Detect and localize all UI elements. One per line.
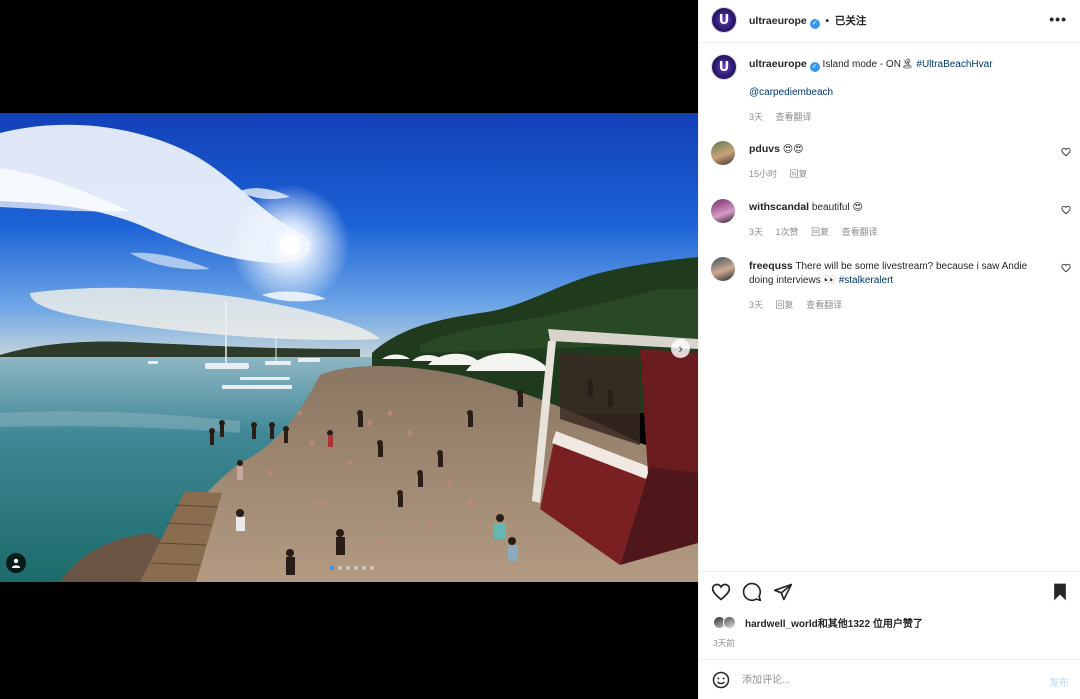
comment-reply-button[interactable]: 回复 [776,300,794,310]
caption-translate-link[interactable]: 查看翻译 [776,112,812,122]
caption-time[interactable]: 3天 [749,112,763,122]
comment-username[interactable]: pduvs [749,143,780,155]
comment-username[interactable]: withscandal [749,201,809,213]
post-comment-button[interactable]: 发布 [1049,674,1069,689]
add-comment-bar: 发布 [699,659,1080,699]
post-header: U ultraeurope ✓ • 已关注 ••• [699,0,1080,43]
comment-likes-count[interactable]: 1次赞 [776,227,799,237]
heart-icon[interactable] [711,582,731,602]
heart-icon[interactable] [1061,263,1071,273]
comment-input[interactable] [742,671,1022,689]
caption-avatar[interactable]: U [711,54,737,80]
post-photo[interactable] [0,113,698,582]
carousel-dot [370,566,374,570]
caption-body: ultraeurope ✓ Island mode - ON🏝 #UltraBea… [749,57,1059,123]
verified-badge-icon: ✓ [809,19,820,29]
comment-item: freequss There will be some livestream? … [711,257,1071,315]
likers-avatars [713,615,741,630]
post-modal: › U ultraeurope ✓ • 已关注 ••• U ultraeurop… [0,0,1080,699]
caption-username[interactable]: ultraeurope [749,58,807,70]
heart-icon[interactable] [1061,205,1071,215]
emoji-icon[interactable] [712,671,730,689]
caption-hashtag-link[interactable]: #UltraBeachHvar [916,59,992,70]
carousel-dot [354,566,358,570]
avatar-logo-letter: U [718,12,730,28]
comment-translate-link[interactable]: 查看翻译 [842,227,878,237]
carousel-dot [346,566,350,570]
more-dots-icon[interactable]: ••• [1049,11,1067,27]
comment-translate-link[interactable]: 查看翻译 [806,300,842,310]
commenter-avatar[interactable] [711,199,735,223]
comment-body: withscandal beautiful 😍 3天 1次赞 回复 查看翻译 [749,200,1049,238]
comment-username[interactable]: freequss [749,260,793,272]
comment-time[interactable]: 3天 [749,227,763,237]
media-viewer: › [0,0,698,699]
comment-time[interactable]: 3天 [749,300,763,310]
chevron-right-icon: › [678,341,683,356]
commenter-avatar[interactable] [711,257,735,281]
following-button[interactable]: 已关注 [835,15,867,27]
comment-time[interactable]: 15小时 [749,169,777,179]
account-avatar[interactable]: U [711,7,737,33]
heart-icon[interactable] [1061,147,1071,157]
likes-text[interactable]: hardwell_world和其他1322 位用户赞了 [745,615,923,630]
tagged-people-button[interactable] [6,553,26,573]
comment-reply-button[interactable]: 回复 [790,169,808,179]
comment-text: 😍😍 [782,144,804,155]
likes-summary[interactable]: hardwell_world和其他1322 位用户赞了 [713,615,923,630]
header-username[interactable]: ultraeurope [749,15,807,27]
post-side-panel: U ultraeurope ✓ • 已关注 ••• U ultraeurope ✓ … [698,0,1080,699]
carousel-dot [362,566,366,570]
carousel-dot [338,566,342,570]
beach-photo-illustration [0,113,698,582]
post-actions-bar: hardwell_world和其他1322 位用户赞了 3天前 [699,571,1080,659]
avatar-logo-letter: U [718,59,730,75]
comment-item: withscandal beautiful 😍 3天 1次赞 回复 查看翻译 [711,198,1071,238]
commenter-avatar[interactable] [711,141,735,165]
comment-reply-button[interactable]: 回复 [811,227,829,237]
comment-body: freequss There will be some livestream? … [749,259,1049,311]
share-icon[interactable] [773,582,793,602]
comment-body: pduvs 😍😍 15小时 回复 [749,142,1049,180]
carousel-next-button[interactable]: › [671,339,690,358]
comment-icon[interactable] [742,582,762,602]
post-date: 3天前 [713,638,735,648]
verified-badge-icon: ✓ [809,62,820,72]
caption-mention-link[interactable]: @carpediembeach [749,87,833,98]
carousel-indicator [330,566,374,570]
comment-hashtag-link[interactable]: #stalkeralert [839,275,893,286]
caption-text: Island mode - ON🏝 [822,59,914,70]
comment-text: beautiful 😍 [811,202,863,213]
bookmark-icon[interactable] [1051,582,1069,602]
carousel-dot [330,566,334,570]
header-account-line: ultraeurope ✓ • 已关注 [749,13,866,29]
liker-avatar [723,615,736,629]
person-tag-icon [11,558,21,568]
comment-item: pduvs 😍😍 15小时 回复 [711,140,1071,180]
header-separator: • [825,16,830,27]
